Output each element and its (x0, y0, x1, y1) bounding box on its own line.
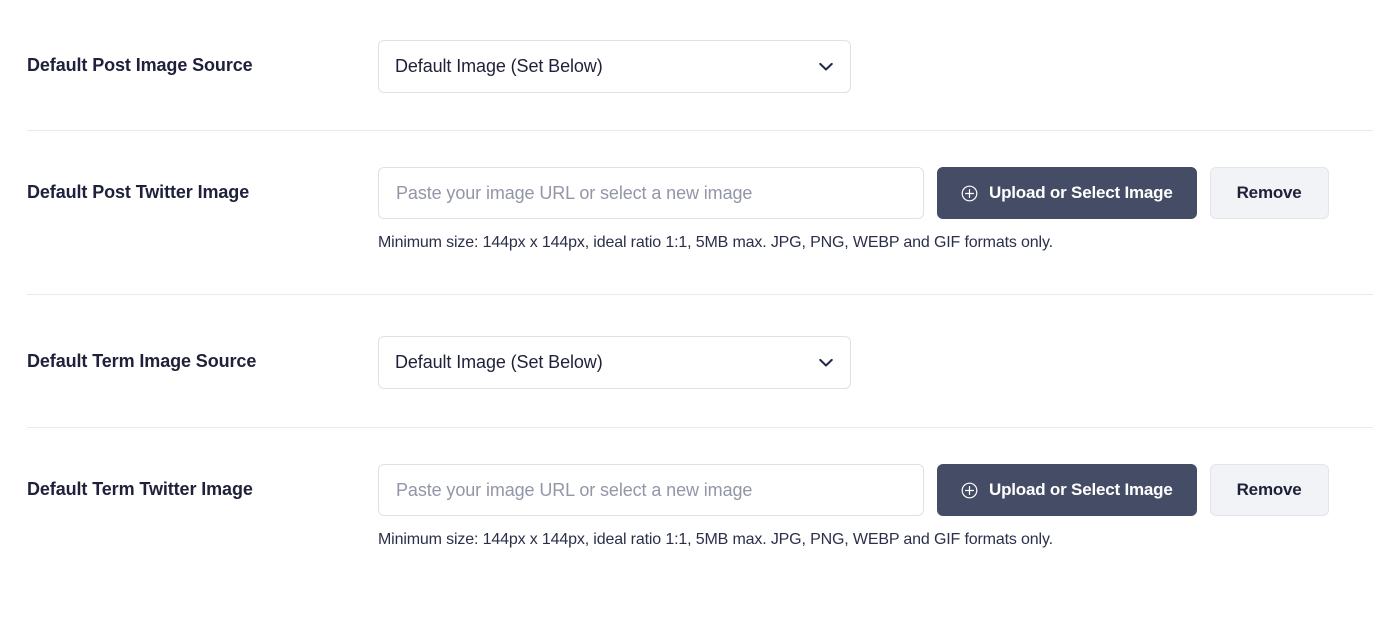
upload-or-select-image-button-default-term-twitter-image[interactable]: Upload or Select Image (937, 464, 1197, 517)
image-url-input-default-post-twitter-image[interactable] (378, 167, 924, 219)
field-label-default-term-twitter-image: Default Term Twitter Image (27, 479, 253, 500)
field-label-default-post-twitter-image: Default Post Twitter Image (27, 182, 250, 202)
field-row-default-term-twitter-image: Default Term Twitter Image Upload or Sel… (0, 428, 1400, 551)
select-wrapper-default-term-image-source: Default Image (Set Below) (378, 336, 851, 390)
image-url-input-default-term-twitter-image[interactable] (378, 464, 924, 517)
field-label-default-post-image-source: Default Post Image Source (27, 55, 253, 75)
select-default-term-image-source[interactable]: Default Image (Set Below) (378, 336, 851, 390)
field-row-default-post-twitter-image: Default Post Twitter Image Upload or Sel… (0, 131, 1400, 254)
plus-circle-icon (961, 482, 978, 499)
field-row-default-post-image-source: Default Post Image Source Default Image … (0, 0, 1400, 93)
select-default-post-image-source[interactable]: Default Image (Set Below) (378, 40, 851, 93)
upload-or-select-image-button-default-post-twitter-image[interactable]: Upload or Select Image (937, 167, 1197, 219)
field-row-default-term-image-source: Default Term Image Source Default Image … (0, 295, 1400, 390)
field-help-default-post-twitter-image: Minimum size: 144px x 144px, ideal ratio… (378, 234, 1053, 251)
remove-image-button-default-term-twitter-image[interactable]: Remove (1209, 464, 1329, 517)
field-control-default-post-image-source: Default Image (Set Below) (378, 40, 1373, 93)
plus-circle-icon (961, 185, 978, 201)
upload-button-label: Upload or Select Image (989, 183, 1173, 202)
field-control-default-post-twitter-image: Upload or Select Image Remove Minimum si… (378, 167, 1373, 254)
field-help-default-term-twitter-image: Minimum size: 144px x 144px, ideal ratio… (378, 531, 1053, 549)
field-label-default-term-image-source: Default Term Image Source (27, 351, 257, 372)
input-line-default-post-twitter-image: Upload or Select Image Remove (378, 167, 1373, 219)
image-settings-form: Default Post Image Source Default Image … (0, 0, 1400, 552)
input-line-default-term-twitter-image: Upload or Select Image Remove (378, 464, 1373, 517)
remove-image-button-default-post-twitter-image[interactable]: Remove (1209, 167, 1329, 219)
upload-button-label: Upload or Select Image (989, 480, 1173, 500)
field-control-default-term-twitter-image: Upload or Select Image Remove Minimum si… (378, 464, 1373, 551)
select-wrapper-default-post-image-source: Default Image (Set Below) (378, 40, 851, 93)
field-control-default-term-image-source: Default Image (Set Below) (378, 336, 1373, 390)
